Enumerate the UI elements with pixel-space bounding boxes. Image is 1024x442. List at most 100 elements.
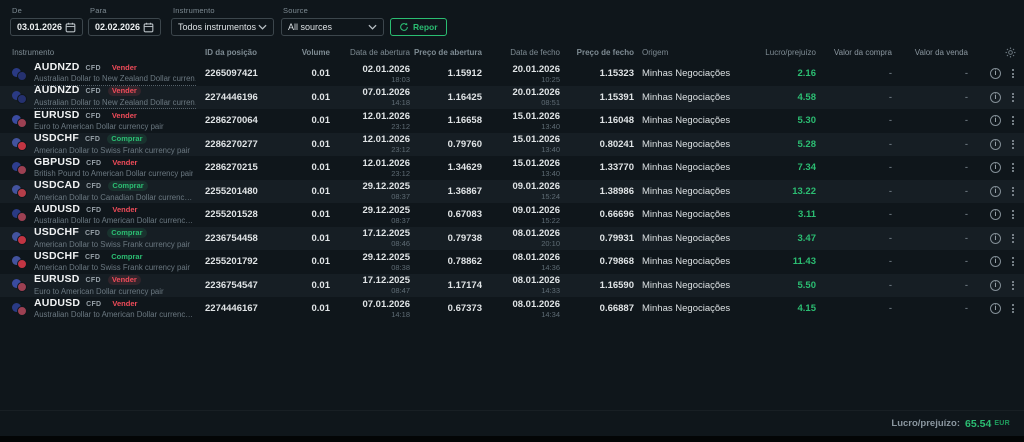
close-datetime: 08.01.2026 14:33	[512, 275, 560, 296]
table-row[interactable]: GBPUSD CFD Vender British Pound to Ameri…	[0, 156, 1024, 180]
instrument-filter-select[interactable]: Todos instrumentos	[171, 18, 274, 36]
info-icon[interactable]: i	[990, 91, 1001, 103]
close-price: 1.15391	[599, 91, 634, 103]
info-icon[interactable]: i	[990, 279, 1001, 291]
trade-side-badge: Vender	[112, 204, 138, 214]
volume: 0.01	[311, 68, 331, 80]
buy-value: -	[888, 185, 892, 197]
column-header[interactable]: Valor da venda	[904, 43, 980, 62]
sell-value: -	[964, 115, 968, 127]
chevron-down-icon	[368, 24, 377, 30]
position-id: 2255201480	[205, 185, 258, 197]
contract-type-badge: CFD	[86, 300, 102, 308]
info-icon[interactable]: i	[990, 68, 1001, 80]
column-header[interactable]: Lucro/prejuízo	[738, 43, 828, 62]
from-date-input[interactable]	[10, 18, 83, 36]
info-icon[interactable]: i	[990, 162, 1001, 174]
table-row[interactable]: AUDNZD CFD Vender Australian Dollar to N…	[0, 62, 1024, 86]
kebab-menu-icon[interactable]	[1010, 233, 1016, 244]
kebab-menu-icon[interactable]	[1010, 115, 1016, 126]
kebab-menu-icon[interactable]	[1010, 68, 1016, 79]
info-icon[interactable]: i	[990, 138, 1001, 150]
kebab-menu-icon[interactable]	[1010, 186, 1016, 197]
table-row[interactable]: EURUSD CFD Vender Euro to American Dolla…	[0, 109, 1024, 133]
instrument-symbol: AUDNZD	[34, 85, 80, 97]
column-header[interactable]: Data de fecho	[486, 43, 564, 62]
info-icon[interactable]: i	[990, 303, 1001, 315]
closed-positions-history-panel: De Para Instrumento Todos instrumentos	[0, 0, 1024, 442]
table-row[interactable]: AUDNZD CFD Vender Australian Dollar to N…	[0, 85, 1024, 110]
instrument-symbol: GBPUSD	[34, 156, 81, 168]
table-row[interactable]: USDCAD CFD Comprar American Dollar to Ca…	[0, 179, 1024, 203]
row-actions: i	[980, 250, 1024, 274]
info-icon[interactable]: i	[990, 256, 1001, 268]
kebab-menu-icon[interactable]	[1010, 139, 1016, 150]
table-row[interactable]: USDCHF CFD Comprar American Dollar to Sw…	[0, 226, 1024, 250]
info-icon[interactable]: i	[990, 232, 1001, 244]
calendar-icon[interactable]	[65, 22, 76, 33]
column-header[interactable]: Instrumento	[0, 43, 196, 62]
trade-side-badge: Vender	[111, 110, 137, 120]
column-header[interactable]: Volume	[288, 43, 332, 62]
table-row[interactable]: USDCHF CFD Comprar American Dollar to Sw…	[0, 250, 1024, 274]
source-filter-select[interactable]: All sources	[281, 18, 384, 36]
kebab-menu-icon[interactable]	[1010, 209, 1016, 220]
trade-side-badge: Comprar	[111, 251, 143, 261]
kebab-menu-icon[interactable]	[1010, 303, 1016, 314]
row-actions: i	[980, 274, 1024, 298]
kebab-menu-icon[interactable]	[1010, 92, 1016, 103]
sell-value: -	[964, 162, 968, 174]
volume: 0.01	[311, 115, 331, 127]
open-price: 0.79738	[447, 232, 482, 244]
origin: Minhas Negociações	[642, 303, 731, 315]
reset-button[interactable]: Repor	[390, 18, 447, 36]
trade-side-badge: Comprar	[107, 228, 147, 239]
column-header[interactable]: ID da posição	[196, 43, 288, 62]
instrument-flags-icon	[12, 278, 27, 293]
sell-value: -	[964, 279, 968, 291]
column-header[interactable]: Preço de fecho	[564, 43, 638, 62]
column-header[interactable]: Preço de abertura	[414, 43, 486, 62]
instrument-symbol: USDCAD	[34, 180, 81, 192]
to-date-value[interactable]	[95, 22, 143, 32]
info-icon[interactable]: i	[990, 209, 1001, 221]
from-date-value[interactable]	[17, 22, 65, 32]
close-price: 0.66696	[599, 209, 634, 221]
table-row[interactable]: AUDUSD CFD Vender Australian Dollar to A…	[0, 203, 1024, 227]
position-id: 2255201528	[205, 209, 258, 221]
kebab-menu-icon[interactable]	[1010, 280, 1016, 291]
column-header[interactable]: Valor da compra	[828, 43, 904, 62]
kebab-menu-icon[interactable]	[1010, 256, 1016, 267]
table-row[interactable]: USDCHF CFD Comprar American Dollar to Sw…	[0, 132, 1024, 156]
contract-type-badge: CFD	[85, 112, 101, 120]
column-header[interactable]: Data de abertura	[332, 43, 414, 62]
close-datetime: 09.01.2026 15:22	[512, 204, 560, 225]
sell-value: -	[964, 185, 968, 197]
window-bottom-edge	[0, 436, 1024, 442]
close-price: 1.15323	[599, 68, 634, 80]
open-datetime: 29.12.2025 08:37	[362, 204, 410, 225]
trade-side-badge: Comprar	[107, 134, 147, 145]
close-datetime: 15.01.2026 13:40	[512, 134, 560, 155]
table-row[interactable]: EURUSD CFD Vender Euro to American Dolla…	[0, 273, 1024, 298]
info-icon[interactable]: i	[990, 115, 1001, 127]
row-actions: i	[980, 109, 1024, 133]
source-filter-label: Source	[283, 6, 308, 15]
to-date-input[interactable]	[88, 18, 161, 36]
origin: Minhas Negociações	[642, 115, 731, 127]
kebab-menu-icon[interactable]	[1010, 162, 1016, 173]
source-filter-group: Source All sources	[281, 5, 384, 36]
open-datetime: 12.01.2026 23:12	[362, 110, 410, 131]
origin: Minhas Negociações	[642, 162, 731, 174]
volume: 0.01	[311, 303, 331, 315]
instrument-symbol: USDCHF	[34, 250, 79, 262]
info-icon[interactable]: i	[990, 185, 1001, 197]
pnl-value: 5.30	[797, 115, 817, 127]
calendar-icon[interactable]	[143, 22, 154, 33]
row-actions: i	[980, 86, 1024, 110]
total-pnl-currency: EUR	[994, 420, 1010, 427]
column-header[interactable]: Origem	[638, 43, 738, 62]
table-settings-gear-icon[interactable]	[1005, 47, 1016, 58]
table-row[interactable]: AUDUSD CFD Vender Australian Dollar to A…	[0, 297, 1024, 321]
instrument-flags-icon	[12, 302, 27, 316]
